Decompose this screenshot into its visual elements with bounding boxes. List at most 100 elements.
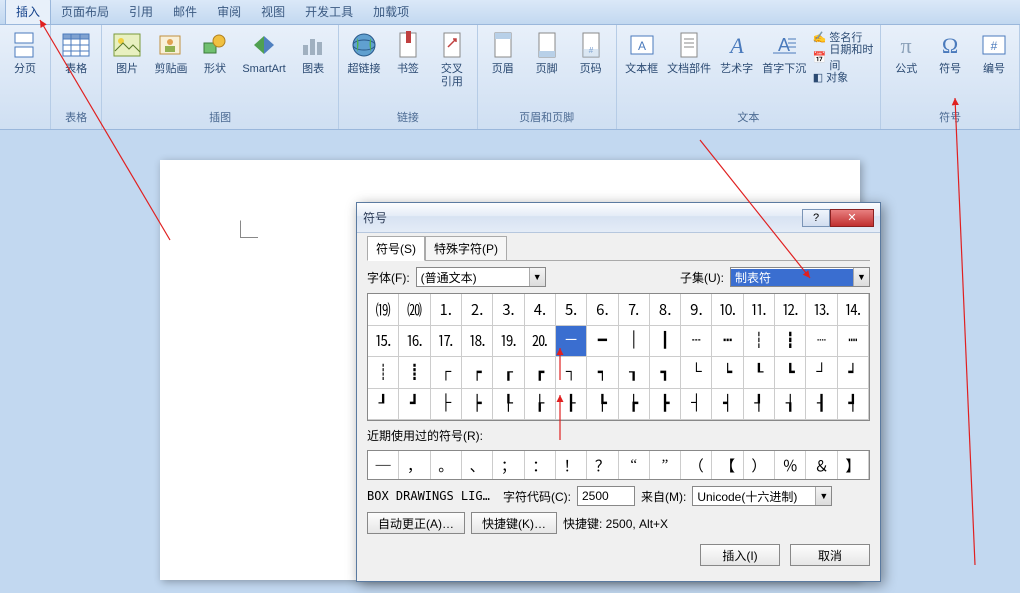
equation-button[interactable]: π 公式 [885, 27, 927, 78]
symbol-cell[interactable]: ┓ [650, 357, 681, 389]
recent-symbol-cell[interactable]: ＆ [806, 451, 837, 479]
recent-symbol-cell[interactable]: 】 [838, 451, 869, 479]
textbox-button[interactable]: A 文本框 [621, 27, 663, 78]
chart-button[interactable]: 图表 [292, 27, 334, 78]
symbol-cell[interactable]: ┍ [462, 357, 493, 389]
symbol-cell[interactable]: ┝ [462, 389, 493, 421]
footer-button[interactable]: 页脚 [526, 27, 568, 78]
dialog-close-button[interactable]: ✕ [830, 209, 874, 227]
cancel-button[interactable]: 取消 [790, 544, 870, 566]
symbol-cell[interactable]: ⒎ [619, 294, 650, 326]
page-number-button[interactable]: # 页码 [570, 27, 612, 78]
symbol-cell[interactable]: ┇ [775, 326, 806, 358]
symbol-cell[interactable]: ┘ [806, 357, 837, 389]
subset-combo[interactable]: 制表符 ▼ [730, 267, 870, 287]
symbol-button[interactable]: Ω 符号 [929, 27, 971, 78]
symbol-cell[interactable]: ⒏ [650, 294, 681, 326]
symbol-cell[interactable]: ┖ [744, 357, 775, 389]
symbol-cell[interactable]: ┒ [619, 357, 650, 389]
symbol-cell[interactable]: ┊ [368, 357, 399, 389]
symbol-cell[interactable]: ┎ [493, 357, 524, 389]
symbol-cell[interactable]: ┈ [806, 326, 837, 358]
recent-symbol-cell[interactable]: ； [493, 451, 524, 479]
recent-symbol-cell[interactable]: ” [650, 451, 681, 479]
symbol-cell[interactable]: ⒔ [806, 294, 837, 326]
tab-insert[interactable]: 插入 [5, 0, 51, 24]
picture-button[interactable]: 图片 [106, 27, 148, 78]
symbol-cell[interactable]: ┐ [556, 357, 587, 389]
symbol-cell[interactable]: ⒉ [462, 294, 493, 326]
symbol-cell[interactable]: ⒋ [525, 294, 556, 326]
symbol-cell[interactable]: ┞ [493, 389, 524, 421]
symbol-cell[interactable]: ┉ [838, 326, 869, 358]
symbol-cell[interactable]: ┆ [744, 326, 775, 358]
symbol-cell[interactable]: ⒕ [838, 294, 869, 326]
recent-symbol-cell[interactable]: 、 [462, 451, 493, 479]
symbol-cell[interactable]: ┅ [712, 326, 743, 358]
symbol-cell[interactable]: ┃ [650, 326, 681, 358]
table-button[interactable]: 表格 [55, 27, 97, 78]
symbol-cell[interactable]: ⒒ [744, 294, 775, 326]
symbol-cell[interactable]: ⒙ [462, 326, 493, 358]
recent-symbol-cell[interactable]: ： [525, 451, 556, 479]
recent-symbol-cell[interactable]: “ [619, 451, 650, 479]
dialog-tab-symbols[interactable]: 符号(S) [367, 236, 425, 261]
tab-addins[interactable]: 加载项 [363, 0, 419, 24]
symbol-cell[interactable]: ┡ [587, 389, 618, 421]
symbol-cell[interactable]: ┙ [838, 357, 869, 389]
symbol-cell[interactable]: ┗ [775, 357, 806, 389]
tab-developer[interactable]: 开发工具 [295, 0, 363, 24]
quickparts-button[interactable]: 文档部件 [665, 27, 714, 78]
symbol-cell[interactable]: ⒗ [399, 326, 430, 358]
tab-view[interactable]: 视图 [251, 0, 295, 24]
symbol-cell[interactable]: ┄ [681, 326, 712, 358]
symbol-cell[interactable]: ⒌ [556, 294, 587, 326]
symbol-cell[interactable]: ┩ [838, 389, 869, 421]
symbol-cell[interactable]: ┦ [744, 389, 775, 421]
symbol-cell[interactable]: ┠ [556, 389, 587, 421]
symbol-cell[interactable]: ┌ [431, 357, 462, 389]
dialog-help-button[interactable]: ? [802, 209, 830, 227]
insert-button[interactable]: 插入(I) [700, 544, 780, 566]
wordart-button[interactable]: A 艺术字 [716, 27, 758, 78]
crossref-button[interactable]: 交叉 引用 [431, 27, 473, 91]
symbol-cell[interactable]: ┣ [650, 389, 681, 421]
number-button[interactable]: # 编号 [973, 27, 1015, 78]
symbol-cell[interactable]: ⒐ [681, 294, 712, 326]
tab-mail[interactable]: 邮件 [163, 0, 207, 24]
symbol-cell[interactable]: ⒚ [493, 326, 524, 358]
symbol-cell[interactable]: └ [681, 357, 712, 389]
recent-symbol-cell[interactable]: ？ [587, 451, 618, 479]
symbol-cell[interactable]: ├ [431, 389, 462, 421]
symbol-cell[interactable]: ⒑ [712, 294, 743, 326]
datetime-button[interactable]: 📅 日期和时间 [811, 47, 877, 67]
recent-symbol-cell[interactable]: （ [681, 451, 712, 479]
symbol-cell[interactable]: ⒘ [431, 326, 462, 358]
tab-references[interactable]: 引用 [119, 0, 163, 24]
charcode-input[interactable] [577, 486, 635, 506]
from-combo[interactable]: Unicode(十六进制) ▼ [692, 486, 832, 506]
symbol-cell[interactable]: ━ [587, 326, 618, 358]
header-button[interactable]: 页眉 [482, 27, 524, 78]
symbol-cell[interactable]: ┚ [368, 389, 399, 421]
symbol-cell[interactable]: ⒇ [399, 294, 430, 326]
symbol-cell[interactable]: ⒓ [775, 294, 806, 326]
dropcap-button[interactable]: A 首字下沉 [760, 27, 809, 78]
symbol-cell[interactable]: ┟ [525, 389, 556, 421]
font-combo[interactable]: (普通文本) ▼ [416, 267, 546, 287]
shapes-button[interactable]: 形状 [194, 27, 236, 78]
symbol-cell[interactable]: ┥ [712, 389, 743, 421]
symbol-cell[interactable]: │ [619, 326, 650, 358]
symbol-cell[interactable]: ⒍ [587, 294, 618, 326]
recent-symbol-cell[interactable]: — [368, 451, 399, 479]
autocorrect-button[interactable]: 自动更正(A)… [367, 512, 465, 534]
recent-symbol-cell[interactable]: ！ [556, 451, 587, 479]
symbol-cell[interactable]: ⒈ [431, 294, 462, 326]
tab-page-layout[interactable]: 页面布局 [51, 0, 119, 24]
recent-symbol-cell[interactable]: ， [399, 451, 430, 479]
symbol-cell[interactable]: ┨ [806, 389, 837, 421]
recent-symbol-cell[interactable]: 。 [431, 451, 462, 479]
symbol-cell[interactable]: ┛ [399, 389, 430, 421]
dialog-tab-special[interactable]: 特殊字符(P) [425, 236, 507, 261]
symbol-cell[interactable]: ┤ [681, 389, 712, 421]
